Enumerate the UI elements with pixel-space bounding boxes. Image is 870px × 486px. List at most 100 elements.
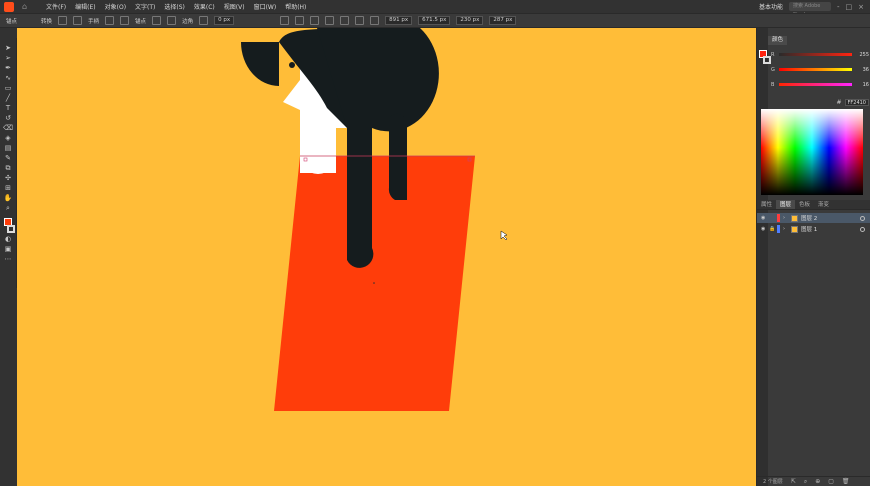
maximize-button[interactable]: □ [846,3,853,11]
artboard-canvas[interactable] [17,28,756,486]
shape-builder-tool-icon[interactable]: ◈ [3,134,13,142]
green-slider-row[interactable]: G 36 [771,65,869,74]
corner-type-icon[interactable] [199,16,209,25]
green-value[interactable]: 36 [855,67,869,73]
layer-thumbnail [791,225,798,233]
menu-type[interactable]: 文字(T) [135,2,155,11]
y-field[interactable]: 671.5 px [418,16,451,25]
layer-row[interactable]: ◉ › 图层 2 [757,213,870,223]
red-slider-label: R [771,51,775,58]
color-panel-tab[interactable]: 颜色 [768,36,788,45]
search-icon[interactable]: ⌕ [804,478,807,486]
menu-view[interactable]: 视图(V) [224,2,245,11]
blue-value[interactable]: 16 [855,82,869,88]
align-center-icon[interactable] [295,16,305,25]
gradient-tool-icon[interactable]: ▤ [3,144,13,152]
export-icon[interactable]: ⇱ [791,478,796,485]
menu-help[interactable]: 帮助(H) [285,2,306,11]
color-spectrum[interactable] [761,109,863,195]
screen-mode-icon[interactable]: ▣ [3,245,13,253]
target-circle-icon[interactable] [860,215,865,221]
transform-icon[interactable] [370,16,380,25]
handle-hide-icon[interactable] [105,16,115,25]
tab-gradient[interactable]: 渐变 [814,200,833,209]
eraser-tool-icon[interactable]: ⌫ [3,124,13,132]
eyedropper-tool-icon[interactable]: ✎ [3,154,13,162]
menu-file[interactable]: 文件(F) [46,2,66,11]
green-slider-track[interactable] [779,68,852,71]
expand-arrow-icon[interactable]: › [783,215,788,221]
stroke-color-swatch[interactable] [6,225,15,233]
lock-icon[interactable]: 🔒 [769,226,775,232]
close-button[interactable]: × [858,3,864,11]
eye-shape [289,62,295,68]
visibility-eye-icon[interactable]: ◉ [761,215,766,221]
corner-radius-field[interactable]: 0 px [214,16,235,25]
x-field[interactable]: 891 px [385,16,413,25]
hand-tool-icon[interactable]: ✋ [3,194,13,202]
tab-properties[interactable]: 属性 [757,200,776,209]
blue-slider-row[interactable]: B 16 [771,80,869,89]
convert-corner-icon[interactable] [58,16,68,25]
red-slider-track[interactable] [779,53,852,56]
handle-show-icon[interactable] [120,16,130,25]
hair-bun-shape[interactable] [241,42,279,86]
new-sublayer-icon[interactable]: ⊕ [815,478,820,485]
anchor2-label: 锚点 [135,18,147,25]
remove-anchor-icon[interactable] [152,16,162,25]
new-layer-icon[interactable]: ▢ [828,478,834,485]
width-field[interactable]: 230 px [456,16,484,25]
direct-selection-tool-icon[interactable]: ➢ [3,54,13,62]
type-tool-icon[interactable]: T [3,104,13,112]
visibility-eye-icon[interactable]: ◉ [761,226,766,232]
menu-edit[interactable]: 编辑(E) [75,2,95,11]
blue-slider-track[interactable] [779,83,852,86]
menu-select[interactable]: 选择(S) [164,2,185,11]
menu-object[interactable]: 对象(O) [105,2,126,11]
center-point [373,282,375,284]
cut-path-icon[interactable] [167,16,177,25]
selection-tool-icon[interactable]: ➤ [3,44,13,52]
tab-swatches[interactable]: 色板 [795,200,814,209]
hair-strand-right-shape[interactable] [388,113,407,200]
tab-layers[interactable]: 图层 [776,200,796,209]
blend-tool-icon[interactable]: ⧉ [3,164,13,172]
hex-hash: # [836,98,842,106]
menu-window[interactable]: 窗口(W) [254,2,277,11]
stock-search-input[interactable]: 搜索 Adobe Stock [788,2,831,18]
target-circle-icon[interactable] [860,226,865,232]
rotate-tool-icon[interactable]: ↺ [3,114,13,122]
zoom-tool-icon[interactable]: ⌕ [3,204,13,212]
layer-name[interactable]: 图层 2 [801,214,817,222]
layer-row[interactable]: ◉ 🔒 › 图层 1 [757,224,870,234]
align-bottom-icon[interactable] [355,16,365,25]
artwork [241,28,508,411]
home-icon[interactable]: ⌂ [22,2,32,11]
menu-effect[interactable]: 效果(C) [194,2,215,11]
align-left-icon[interactable] [280,16,290,25]
line-tool-icon[interactable]: ╱ [3,94,13,102]
draw-mode-icon[interactable]: ◐ [3,235,13,243]
delete-layer-icon[interactable]: 🗑 [842,478,850,485]
anchor-label: 锚点 [6,18,18,25]
height-field[interactable]: 287 px [489,16,517,25]
more-tools-icon[interactable]: ⋯ [3,255,13,263]
hex-input[interactable]: FF2410 [844,98,869,106]
align-top-icon[interactable] [325,16,335,25]
minimize-button[interactable]: - [837,3,840,11]
pen-tool-icon[interactable]: ✒ [3,64,13,72]
symbol-sprayer-tool-icon[interactable]: ✣ [3,174,13,182]
red-value[interactable]: 255 [855,52,869,58]
curvature-tool-icon[interactable]: ∿ [3,74,13,82]
artboard-tool-icon[interactable]: ⊞ [3,184,13,192]
align-right-icon[interactable] [310,16,320,25]
layer-name[interactable]: 图层 1 [801,225,817,233]
rectangle-tool-icon[interactable]: ▭ [3,84,13,92]
expand-arrow-icon[interactable]: › [783,226,788,232]
workspace-switcher[interactable]: 基本功能 [759,2,783,11]
red-slider-row[interactable]: R 255 [771,50,869,59]
align-middle-icon[interactable] [340,16,350,25]
panel-stroke-swatch[interactable] [763,56,771,64]
hair-strand-left-shape[interactable] [347,128,374,268]
convert-smooth-icon[interactable] [73,16,83,25]
